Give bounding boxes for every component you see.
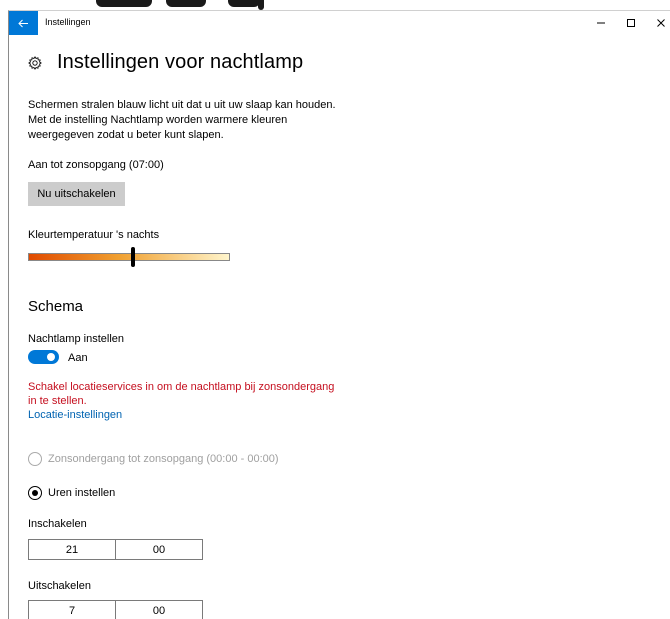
description-text: Schermen stralen blauw licht uit dat u u…	[28, 99, 336, 141]
minimize-icon	[597, 22, 605, 24]
maximize-icon	[627, 19, 635, 27]
background-shape	[166, 0, 206, 7]
background-shape	[96, 0, 152, 7]
location-warning: Schakel locatieservices in om de nachtla…	[28, 381, 335, 407]
background-shape	[258, 0, 264, 10]
location-settings-link[interactable]: Locatie-instellingen	[28, 409, 122, 421]
slider-thumb[interactable]	[131, 247, 135, 267]
night-light-status: Aan tot zonsopgang (07:00)	[28, 159, 164, 171]
radio-label: Uren instellen	[48, 487, 116, 499]
schedule-toggle-label: Nachtlamp instellen	[28, 333, 124, 345]
radio-sunset-to-sunrise[interactable]: Zonsondergang tot zonsopgang (00:00 - 00…	[28, 452, 279, 466]
turn-off-label: Uitschakelen	[28, 580, 91, 592]
schedule-toggle[interactable]	[28, 350, 59, 364]
slider-track	[28, 253, 230, 261]
page-title: Instellingen voor nachtlamp	[57, 51, 304, 73]
toggle-knob	[47, 353, 55, 361]
turn-on-time-picker[interactable]: 21 00	[28, 539, 203, 560]
close-button[interactable]	[643, 11, 670, 35]
color-temperature-label: Kleurtemperatuur 's nachts	[28, 229, 160, 241]
radio-button[interactable]	[28, 486, 42, 500]
radio-button[interactable]	[28, 452, 42, 466]
screen-edge	[0, 0, 670, 10]
hour-field[interactable]: 7	[29, 601, 115, 619]
hour-field[interactable]: 21	[29, 540, 115, 559]
turn-off-now-button[interactable]: Nu uitschakelen	[28, 182, 125, 206]
color-temperature-slider[interactable]	[28, 247, 230, 267]
radio-set-hours[interactable]: Uren instellen	[28, 486, 115, 500]
turn-on-label: Inschakelen	[28, 518, 87, 530]
back-button[interactable]	[9, 11, 38, 35]
background-shape	[228, 0, 260, 7]
minute-field[interactable]: 00	[115, 540, 202, 559]
gear-icon	[28, 55, 42, 70]
page-header: Instellingen voor nachtlamp	[28, 51, 303, 74]
radio-label: Zonsondergang tot zonsopgang (00:00 - 00…	[48, 453, 279, 465]
close-icon	[657, 19, 665, 27]
back-arrow-icon	[18, 19, 28, 27]
turn-off-time-picker[interactable]: 7 00	[28, 600, 203, 619]
toggle-state-label: Aan	[68, 352, 88, 364]
radio-selected-dot	[32, 490, 38, 496]
window-title: Instellingen	[45, 17, 91, 27]
schedule-heading: Schema	[28, 298, 84, 315]
settings-window: Instellingen Instellingen voor nachtlamp…	[8, 10, 670, 619]
title-bar: Instellingen	[9, 11, 670, 35]
minute-field[interactable]: 00	[115, 601, 202, 619]
